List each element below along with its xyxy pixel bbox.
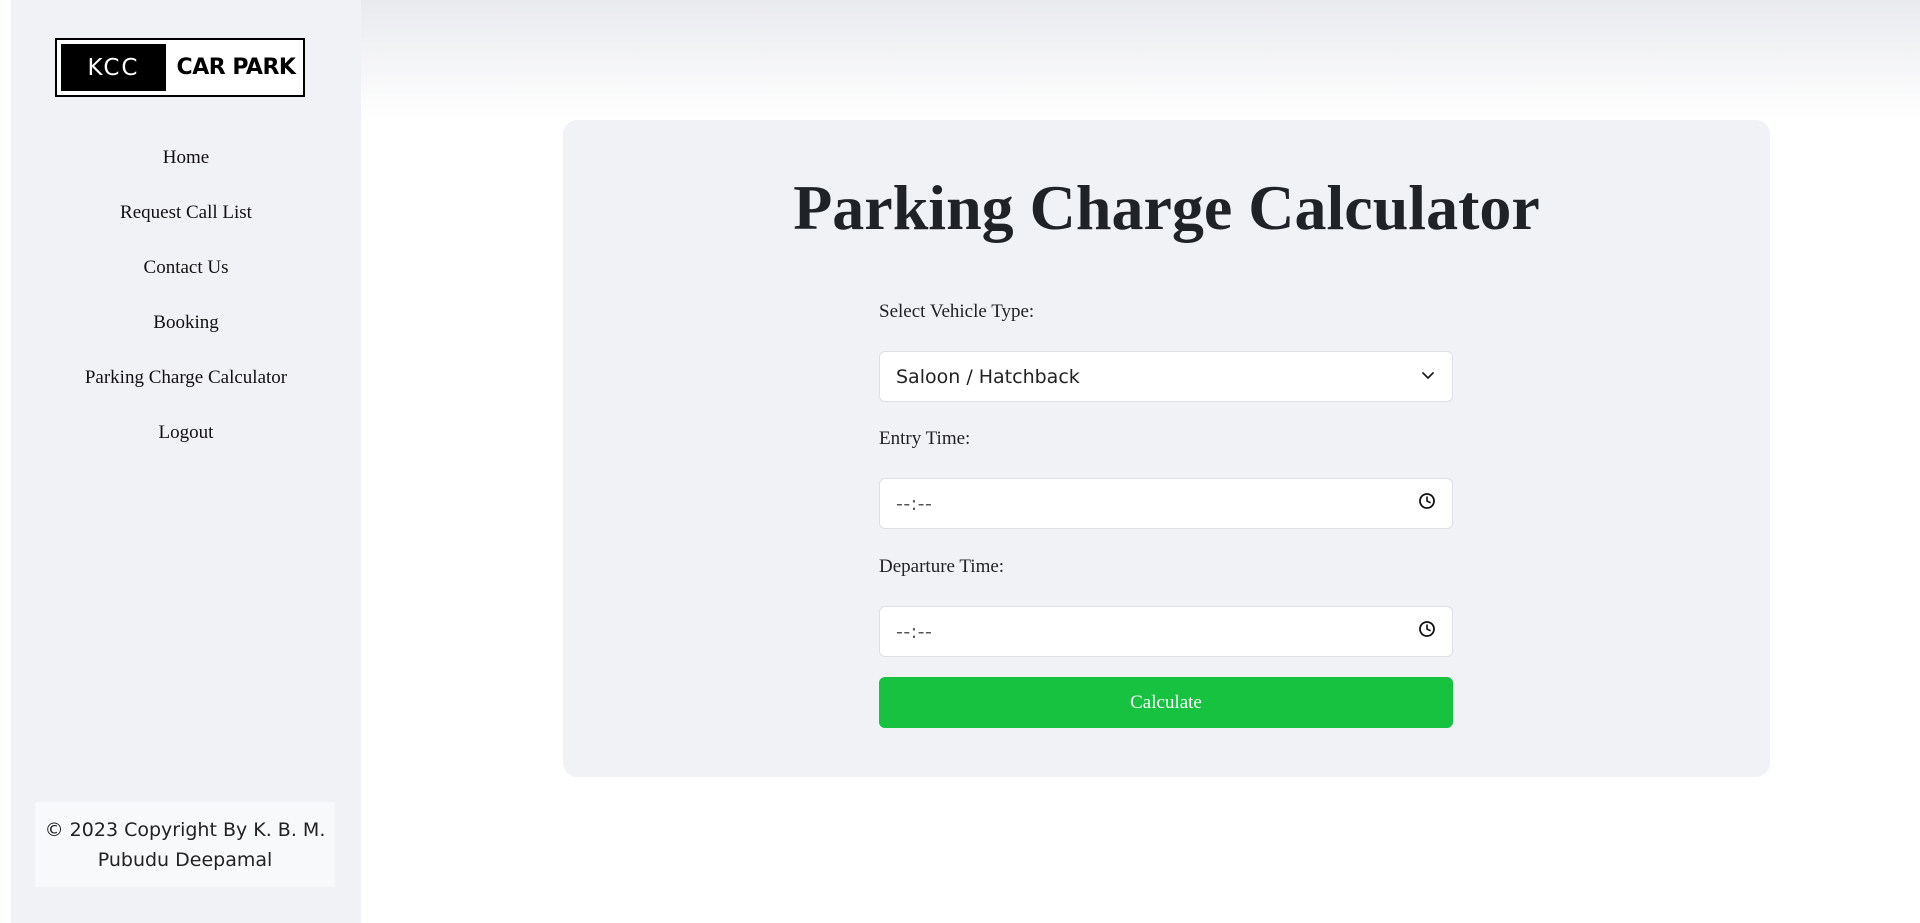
vehicle-type-value: Saloon / Hatchback bbox=[896, 365, 1080, 388]
page-title: Parking Charge Calculator bbox=[793, 172, 1540, 243]
entry-time-value: --:-- bbox=[896, 492, 933, 515]
chevron-down-icon bbox=[1420, 366, 1436, 388]
sidebar-nav: Home Request Call List Contact Us Bookin… bbox=[11, 130, 361, 460]
copyright-footer: © 2023 Copyright By K. B. M. Pubudu Deep… bbox=[35, 802, 335, 887]
nav-item-request-call-list[interactable]: Request Call List bbox=[11, 185, 361, 240]
logo-car-park: CAR PARK bbox=[176, 55, 296, 80]
logo[interactable]: KCC CAR PARK bbox=[55, 38, 305, 97]
departure-time-value: --:-- bbox=[896, 620, 933, 643]
nav-item-home[interactable]: Home bbox=[11, 130, 361, 185]
entry-time-input[interactable]: --:-- bbox=[879, 478, 1453, 529]
vehicle-type-select[interactable]: Saloon / Hatchback bbox=[879, 351, 1453, 402]
nav-item-contact-us[interactable]: Contact Us bbox=[11, 240, 361, 295]
clock-icon[interactable] bbox=[1418, 620, 1436, 643]
logo-kcc: KCC bbox=[61, 44, 166, 91]
sidebar: KCC CAR PARK Home Request Call List Cont… bbox=[11, 0, 361, 923]
header-gradient bbox=[361, 0, 1920, 120]
vehicle-type-label: Select Vehicle Type: bbox=[879, 301, 1035, 322]
departure-time-label: Departure Time: bbox=[879, 556, 1005, 577]
copyright-line-1: © 2023 Copyright By K. B. M. bbox=[44, 818, 326, 841]
entry-time-label: Entry Time: bbox=[879, 428, 971, 449]
nav-item-logout[interactable]: Logout bbox=[11, 405, 361, 460]
copyright-line-2: Pubudu Deepamal bbox=[97, 848, 273, 871]
nav-item-booking[interactable]: Booking bbox=[11, 295, 361, 350]
calculate-button[interactable]: Calculate bbox=[879, 677, 1453, 728]
clock-icon[interactable] bbox=[1418, 492, 1436, 515]
nav-item-parking-charge-calculator[interactable]: Parking Charge Calculator bbox=[11, 350, 361, 405]
departure-time-input[interactable]: --:-- bbox=[879, 606, 1453, 657]
